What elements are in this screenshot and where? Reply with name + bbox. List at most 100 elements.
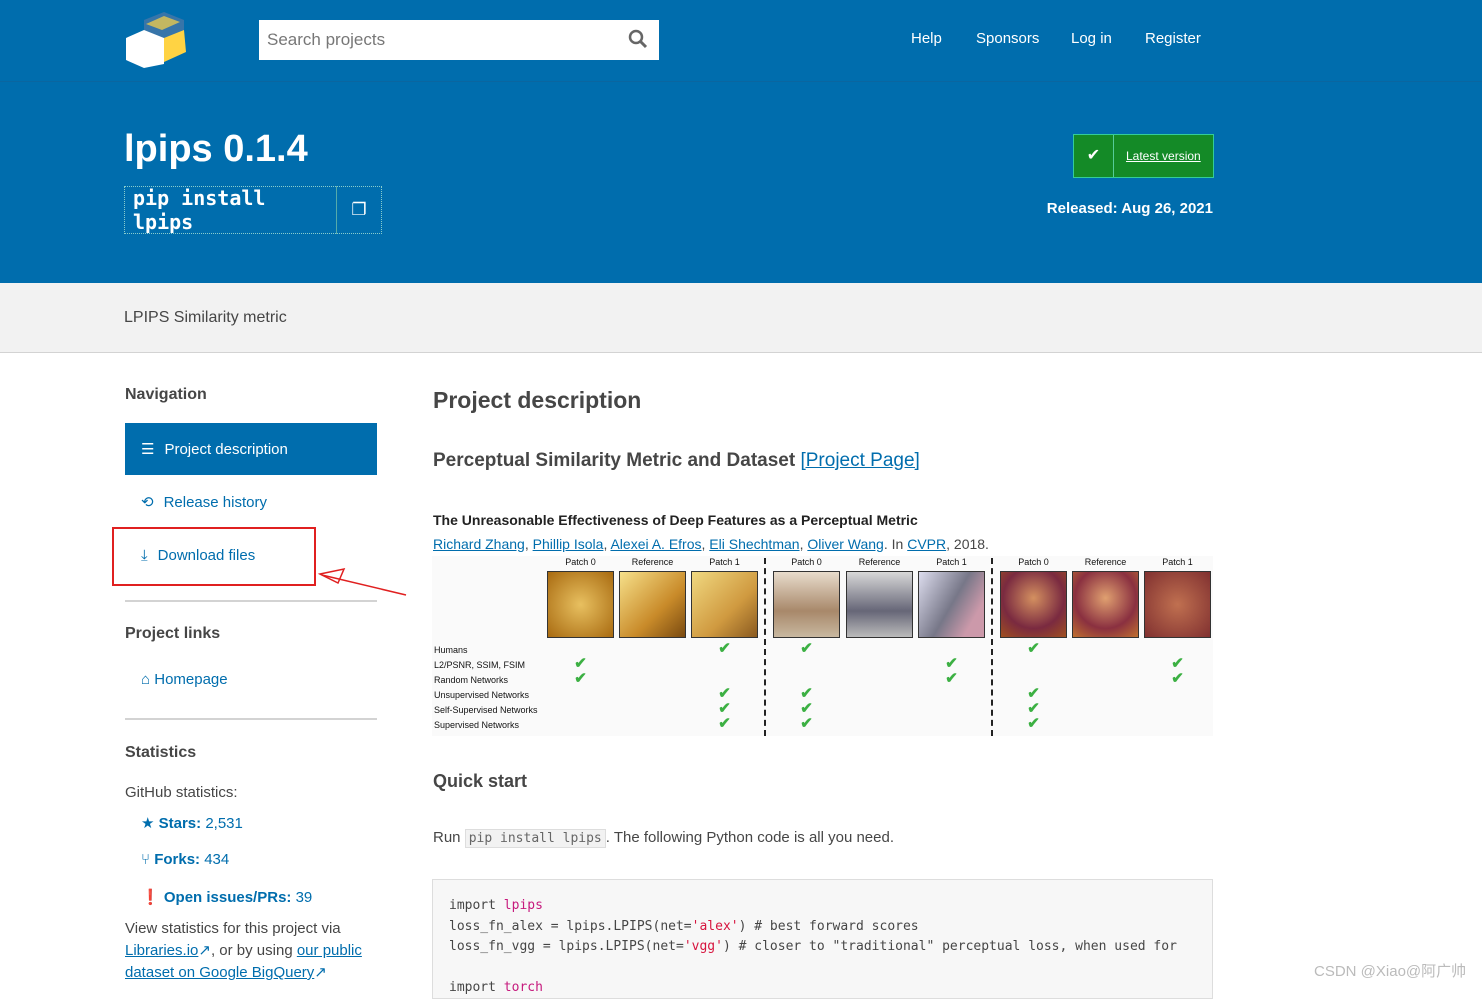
package-title: lpips 0.1.4 [124,128,308,170]
venue-link[interactable]: CVPR [907,536,946,552]
check-icon: ✔ [945,670,958,687]
patch-image [1000,571,1067,638]
project-page-link[interactable]: [Project Page] [800,450,919,471]
author-link[interactable]: Richard Zhang [433,536,525,552]
nav-login[interactable]: Log in [1071,30,1112,47]
code-line: import torch [449,980,543,995]
homepage-link[interactable]: ⌂ Homepage [141,671,228,688]
check-icon: ✔ [800,715,813,732]
external-link-icon: ↗ [314,964,327,981]
homepage-label: Homepage [154,671,228,688]
align-left-icon: ☰ [141,441,155,458]
alert-icon: ❗ [141,889,160,906]
divider [764,558,766,736]
method-label: Random Networks [434,675,509,685]
method-label: Self-Supervised Networks [434,705,538,715]
method-label: L2/PSNR, SSIM, FSIM [434,660,526,670]
fork-icon: ⑂ [141,851,151,868]
top-bar: Search projects Help Sponsors Log in Reg… [0,0,1482,81]
patch-label: Patch 1 [1162,557,1193,567]
view-statistics-text: View statistics for this project via Lib… [125,920,362,981]
divider [125,600,377,602]
patch-image [773,571,840,638]
stars-link[interactable]: ★ Stars: 2,531 [141,814,243,832]
nav-help[interactable]: Help [911,30,942,47]
patch-image [619,571,686,638]
patch-image [846,571,913,638]
pypi-logo[interactable] [124,10,190,68]
watermark: CSDN @Xiao@阿广帅 [1314,963,1467,980]
search-icon[interactable] [628,29,648,49]
method-label: Unsupervised Networks [434,690,530,700]
check-icon: ✔ [800,640,813,657]
run-instructions: Run pip install lpips. The following Pyt… [433,829,895,848]
patch-label: Reference [1084,557,1127,567]
star-icon: ★ [141,815,155,832]
check-icon: ✔ [718,715,731,732]
patch-label: Patch 0 [791,557,822,567]
patch-image [1072,571,1139,638]
project-description-heading: Project description [433,387,642,413]
code-line: loss_fn_alex = lpips.LPIPS(net='alex') #… [449,918,919,934]
sidebar-item-project-description[interactable]: ☰ Project description [125,423,377,475]
forks-link[interactable]: ⑂ Forks: 434 [141,851,229,868]
sidebar-item-release-history[interactable]: ⟲ Release history [125,476,377,528]
issues-link[interactable]: ❗ Open issues/PRs: 39 [141,888,312,906]
lpips-teaser-figure: Patch 0 Reference Patch 1 Patch 0 Reference P… [432,556,1213,736]
latest-version-link[interactable]: Latest version [1114,149,1201,163]
patch-image [547,571,614,638]
check-icon: ✔ [718,640,731,657]
install-command: pip install lpips ❐ [124,186,382,234]
annotation-highlight-box [112,527,316,586]
author-link[interactable]: Eli Shechtman [709,536,799,552]
github-statistics-label: GitHub statistics: [125,784,238,801]
patch-label: Reference [631,557,674,567]
patch-image [918,571,985,638]
sidebar-item-label: Release history [163,493,267,511]
check-icon: ✔ [574,670,587,687]
navigation-heading: Navigation [125,386,207,403]
divider [991,558,993,736]
check-icon: ✔ [1171,670,1184,687]
patch-image [1144,571,1211,638]
patch-label: Patch 1 [709,557,740,567]
patch-label: Patch 0 [1018,557,1049,567]
code-line: loss_fn_vgg = lpips.LPIPS(net='vgg') # c… [449,939,1177,954]
author-link[interactable]: Phillip Isola [533,536,604,552]
method-label: Humans [434,645,468,655]
package-header: lpips 0.1.4 pip install lpips ❐ ✔ Latest… [0,81,1482,283]
author-link[interactable]: Alexei A. Efros [610,536,701,552]
nav-register[interactable]: Register [1145,30,1201,47]
release-date: Released: Aug 26, 2021 [1046,200,1213,217]
annotation-arrow [317,567,407,596]
libraries-io-link[interactable]: Libraries.io [125,942,198,959]
paper-title: The Unreasonable Effectiveness of Deep F… [433,512,918,528]
inline-code: pip install lpips [464,829,606,848]
statistics-heading: Statistics [125,744,197,761]
package-summary: LPIPS Similarity metric [124,309,287,326]
history-icon: ⟲ [141,494,154,511]
code-line: import lpips [449,898,543,913]
external-link-icon: ↗ [198,942,211,959]
home-icon: ⌂ [141,671,151,688]
install-command-text: pip install lpips [125,186,337,234]
check-icon: ✔ [1027,715,1040,732]
code-block: import lpips loss_fn_alex = lpips.LPIPS(n… [432,879,1213,999]
copy-icon[interactable]: ❐ [337,200,381,220]
patch-image [691,571,758,638]
method-label: Supervised Networks [434,720,520,730]
patch-label: Reference [858,557,901,567]
patch-label: Patch 0 [565,557,596,567]
latest-version-badge[interactable]: ✔ Latest version [1073,134,1214,178]
readme-title: Perceptual Similarity Metric and Dataset… [433,450,920,471]
package-summary-bar: LPIPS Similarity metric [0,283,1482,353]
quick-start-heading: Quick start [433,771,528,791]
check-icon: ✔ [1074,135,1114,177]
author-link[interactable]: Oliver Wang [807,536,884,552]
divider [125,718,377,720]
sidebar-item-label: Project description [164,440,288,458]
project-links-heading: Project links [125,625,221,642]
search-input[interactable]: Search projects [259,20,659,60]
nav-sponsors[interactable]: Sponsors [976,30,1039,47]
check-icon: ✔ [1027,640,1040,657]
